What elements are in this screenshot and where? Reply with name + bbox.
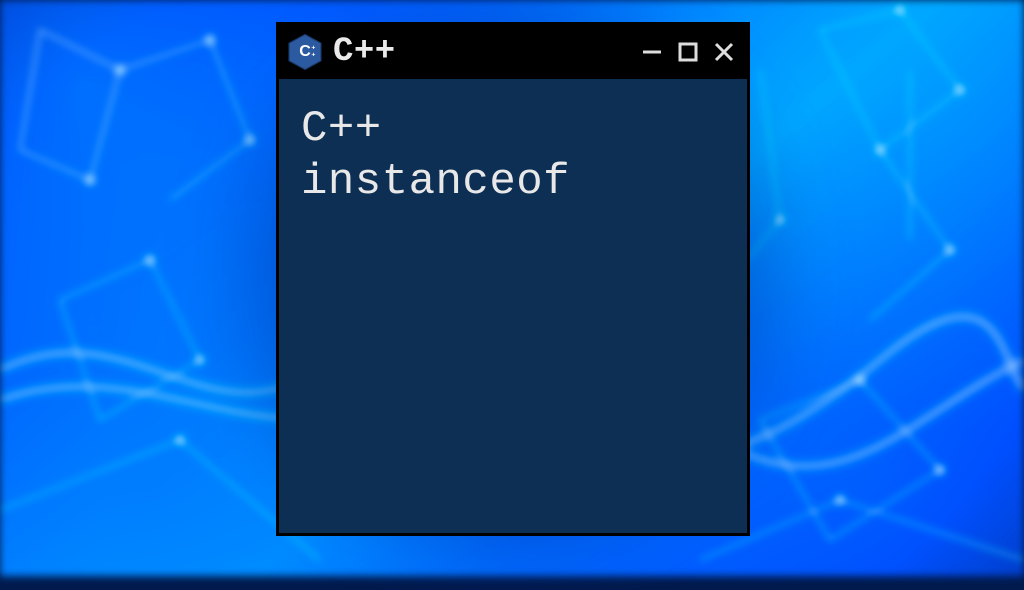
close-button[interactable] — [711, 39, 737, 65]
maximize-button[interactable] — [675, 39, 701, 65]
window-title: C++ — [333, 33, 631, 71]
svg-text:+: + — [311, 52, 315, 59]
window-body: C++ instanceof — [279, 79, 747, 533]
code-line-1: C++ — [301, 103, 725, 156]
window-controls — [639, 39, 737, 65]
svg-text:+: + — [311, 45, 315, 52]
cpp-hex-icon: C + + — [285, 32, 325, 72]
app-window: C + + C++ — [276, 22, 750, 536]
titlebar[interactable]: C + + C++ — [279, 25, 747, 79]
minimize-button[interactable] — [639, 39, 665, 65]
code-line-2: instanceof — [301, 156, 725, 209]
svg-text:C: C — [299, 43, 311, 60]
